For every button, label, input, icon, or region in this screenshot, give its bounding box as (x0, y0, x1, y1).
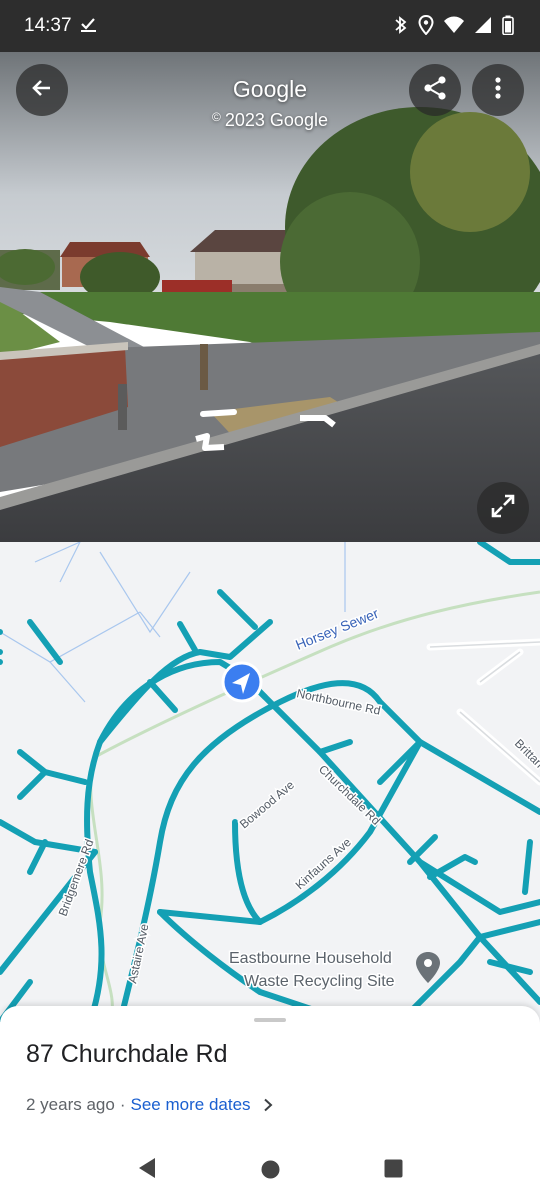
system-nav-bar (0, 1140, 540, 1200)
map[interactable]: Horsey Sewer Northbourne Rd Churchdale R… (0, 542, 540, 1022)
nav-home-icon[interactable] (261, 1160, 280, 1184)
map-label-astaire: Astaire Ave (125, 922, 151, 984)
status-bar: 14:37 (0, 0, 540, 52)
nav-recents-icon[interactable] (384, 1159, 403, 1183)
nav-arrow-center[interactable] (200, 409, 237, 417)
task-done-icon (80, 15, 98, 38)
street-view-copyright: © 2023 Google (0, 110, 540, 131)
imagery-age: 2 years ago (26, 1095, 115, 1114)
map-label-poi-line1: Eastbourne Household (229, 950, 392, 967)
street-view-panorama[interactable]: Google © 2023 Google (0, 52, 540, 542)
separator: · (119, 1095, 126, 1114)
chevron-right-icon[interactable] (263, 1098, 273, 1112)
location-icon (418, 14, 434, 40)
imagery-date-row: 2 years ago · See more dates (26, 1095, 273, 1115)
more-vert-icon (494, 76, 502, 105)
bluetooth-icon (394, 15, 408, 40)
copyright-text: 2023 Google (224, 110, 328, 130)
sheet-drag-handle[interactable] (254, 1018, 286, 1022)
poi-pin-icon[interactable] (416, 952, 440, 983)
share-icon (422, 75, 448, 106)
map-label-poi-line2: Waste Recycling Site (244, 973, 395, 990)
signal-icon (474, 16, 492, 39)
status-icons (394, 14, 514, 40)
more-options-button[interactable] (472, 64, 524, 116)
expand-icon (490, 493, 516, 524)
nav-back-icon[interactable] (137, 1157, 157, 1184)
copyright-symbol: © (212, 110, 221, 124)
current-location-marker[interactable] (221, 661, 263, 703)
map-label-bowood: Bowood Ave (237, 778, 297, 832)
expand-button[interactable] (477, 482, 529, 534)
status-time: 14:37 (24, 15, 72, 36)
battery-icon (502, 15, 514, 40)
see-more-dates-link[interactable]: See more dates (131, 1095, 251, 1115)
map-label-churchdale: Churchdale Rd (316, 762, 383, 828)
place-title: 87 Churchdale Rd (26, 1040, 228, 1068)
share-button[interactable] (409, 64, 461, 116)
wifi-icon (444, 16, 464, 39)
map-canvas[interactable]: Horsey Sewer Northbourne Rd Churchdale R… (0, 542, 540, 1022)
